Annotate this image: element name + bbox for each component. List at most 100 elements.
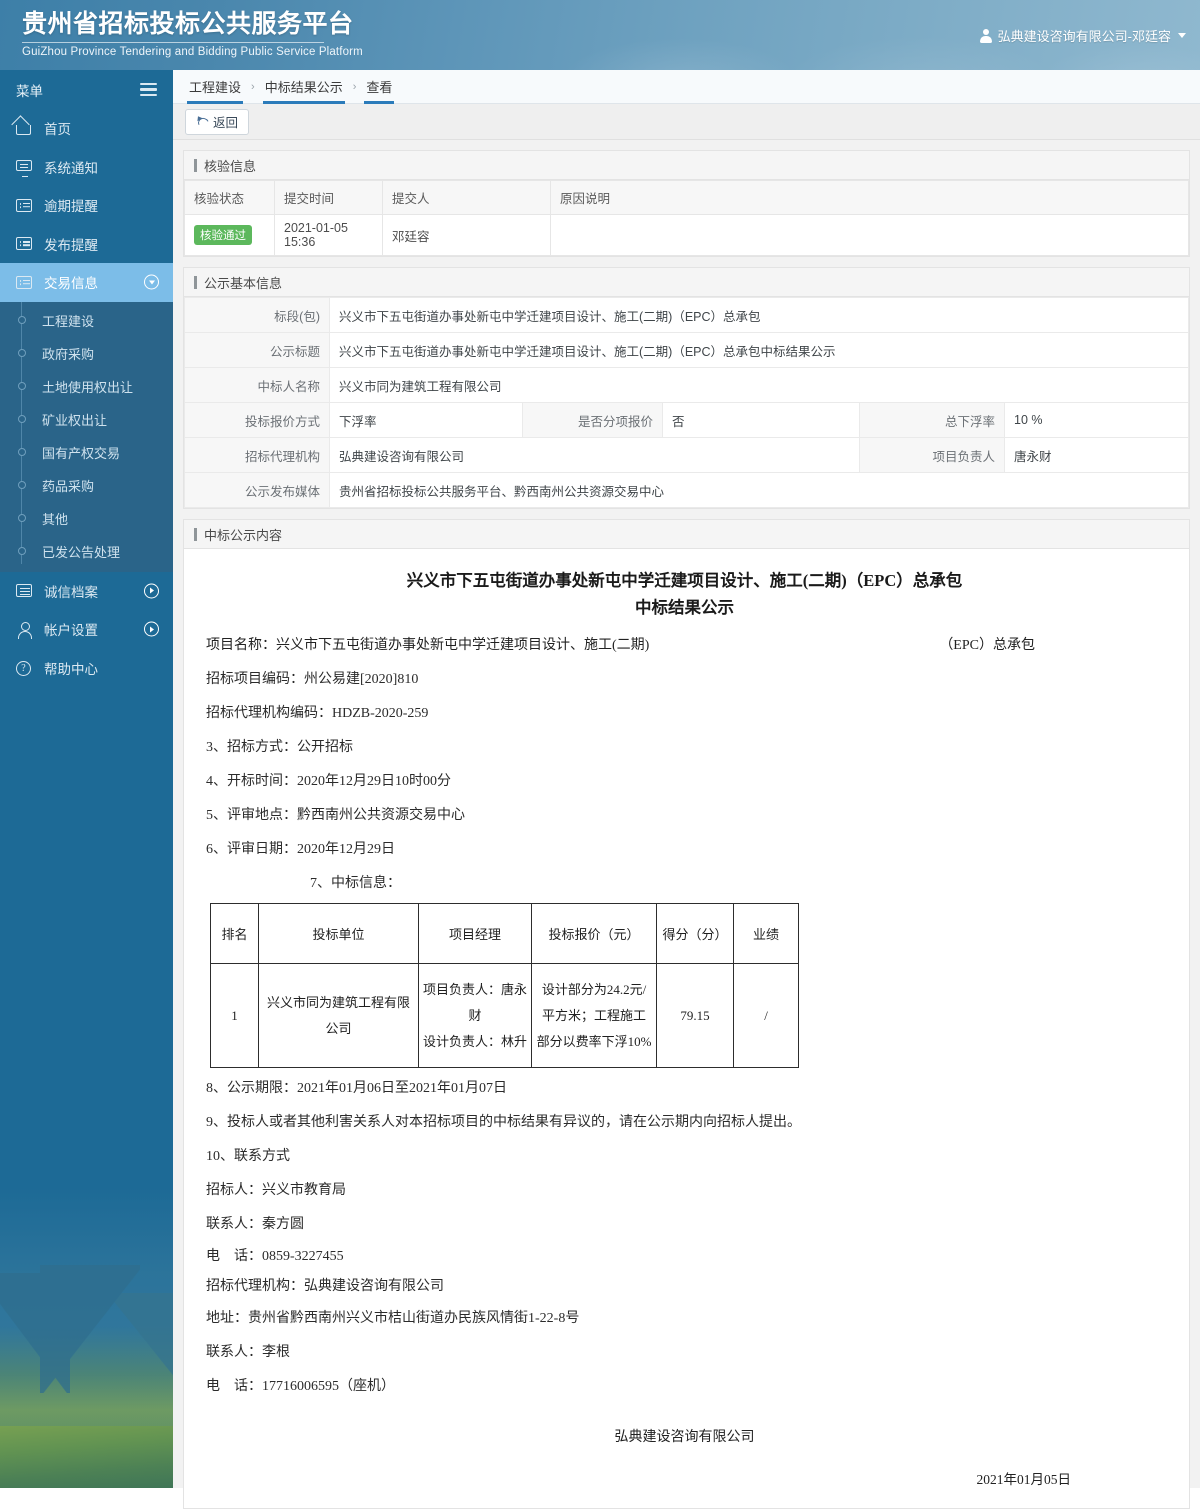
basic-info-table: 标段(包) 兴义市下五屯街道办事处新屯中学迁建项目设计、施工(二期)（EPC）总… <box>184 297 1189 508</box>
sidebar-subitem-label: 政府采购 <box>42 346 95 362</box>
notice-project-name-row: 项目名称：兴义市下五屯街道办事处新屯中学迁建项目设计、施工(二期) （EPC）总… <box>206 629 1163 663</box>
value-project-manager: 唐永财 <box>1004 437 1189 473</box>
label-itemized: 是否分项报价 <box>522 402 663 438</box>
value-total-discount: 10 % <box>1004 402 1189 438</box>
sidebar-subitem-government-procurement[interactable]: 政府采购 <box>0 337 173 370</box>
cell-bid-price: 设计部分为24.2元/平方米；工程施工部分以费率下浮10% <box>531 963 657 1068</box>
sidebar-item-home[interactable]: 首页 <box>0 109 173 148</box>
notice-contact-2: 联系人：李根 <box>206 1345 290 1360</box>
chevron-right-circle-icon <box>144 583 159 599</box>
notice-address: 地址：贵州省黔西南州兴义市桔山街道办民族风情街1-22-8号 <box>206 1311 580 1326</box>
chevron-down-icon <box>1178 33 1186 38</box>
verification-panel: 核验信息 核验状态 提交时间 提交人 原因说明 核验通过 2021-01-05 … <box>183 150 1190 257</box>
sidebar-subitem-other[interactable]: 其他 <box>0 502 173 535</box>
brand-block: 贵州省招标投标公共服务平台 GuiZhou Province Tendering… <box>22 8 363 59</box>
back-button[interactable]: 返回 <box>185 108 250 135</box>
basic-info-panel-title: 公示基本信息 <box>184 268 1189 297</box>
value-itemized: 否 <box>662 402 860 438</box>
notice-agency-code: 招标代理机构编码：HDZB-2020-259 <box>206 706 429 721</box>
back-button-label: 返回 <box>213 116 239 130</box>
value-section: 兴义市下五屯街道办事处新屯中学迁建项目设计、施工(二期)（EPC）总承包 <box>329 297 1189 333</box>
breadcrumb-item-bid-result[interactable]: 中标结果公示 <box>262 70 345 104</box>
sidebar-item-transaction-info[interactable]: 交易信息 <box>0 263 173 302</box>
value-winner: 兴义市同为建筑工程有限公司 <box>329 367 1189 403</box>
table-row: 公示标题 兴义市下五屯街道办事处新屯中学迁建项目设计、施工(二期)（EPC）总承… <box>184 332 1189 368</box>
sidebar-item-overdue-reminder[interactable]: 逾期提醒 <box>0 186 173 225</box>
sidebar-item-label: 逾期提醒 <box>44 199 98 215</box>
cell-reason <box>550 214 1189 256</box>
undo-icon <box>196 116 209 128</box>
sidebar-submenu: 工程建设 政府采购 土地使用权出让 矿业权出让 国有产权交易 药品采购 其他 已… <box>0 301 173 572</box>
user-menu[interactable]: 弘典建设咨询有限公司-邓廷容 <box>980 26 1186 45</box>
table-row: 核验通过 2021-01-05 15:36 邓廷容 <box>184 214 1189 256</box>
notice-doc-title-line2: 中标结果公示 <box>635 598 734 617</box>
sidebar-subitem-label: 已发公告处理 <box>42 544 121 560</box>
breadcrumb-separator: › <box>251 80 255 93</box>
label-project-manager: 项目负责人 <box>859 437 1005 473</box>
sidebar-menu-label: 菜单 <box>16 83 43 99</box>
notice-line-9: 9、投标人或者其他利害关系人对本招标项目的中标结果有异议的，请在公示期内向招标人… <box>206 1115 801 1130</box>
sidebar-item-credit-archive[interactable]: 诚信档案 <box>0 572 173 611</box>
notice-line-10: 10、联系方式 <box>206 1149 290 1164</box>
table-row: 标段(包) 兴义市下五屯街道办事处新屯中学迁建项目设计、施工(二期)（EPC）总… <box>184 297 1189 333</box>
notice-phone-1: 电 话：0859-3227455 <box>206 1249 344 1264</box>
breadcrumb-separator: › <box>352 80 357 93</box>
notice-line-5: 5、评审地点：黔西南州公共资源交易中心 <box>206 808 465 823</box>
notice-content-panel: 中标公示内容 兴义市下五屯街道办事处新屯中学迁建项目设计、施工(二期)（EPC）… <box>183 519 1190 1509</box>
column-header-submit-time: 提交时间 <box>274 180 383 215</box>
label-winner: 中标人名称 <box>184 367 330 403</box>
sidebar-subitem-land-use-rights[interactable]: 土地使用权出让 <box>0 370 173 403</box>
notice-agency: 招标代理机构：弘典建设咨询有限公司 <box>206 1279 444 1294</box>
panel-title-text: 公示基本信息 <box>204 275 283 291</box>
column-header-performance: 业绩 <box>733 903 799 964</box>
breadcrumb-item-view[interactable]: 查看 <box>364 70 395 104</box>
panel-title-text: 中标公示内容 <box>204 527 283 543</box>
table-row: 招标代理机构 弘典建设咨询有限公司 项目负责人 唐永财 <box>184 437 1189 473</box>
sidebar-subitem-drug-procurement[interactable]: 药品采购 <box>0 469 173 502</box>
basic-info-panel: 公示基本信息 标段(包) 兴义市下五屯街道办事处新屯中学迁建项目设计、施工(二期… <box>183 267 1190 509</box>
notice-sign-company: 弘典建设咨询有限公司 <box>614 1430 755 1445</box>
chevron-right-circle-icon <box>144 621 159 637</box>
notice-project-name-right: （EPC）总承包 <box>939 638 1035 653</box>
list-icon <box>14 196 34 214</box>
grid-icon <box>14 582 34 600</box>
sidebar-subitem-mining-rights[interactable]: 矿业权出让 <box>0 403 173 436</box>
title-accent-bar <box>194 527 197 541</box>
table-row: 公示发布媒体 贵州省招标投标公共服务平台、黔西南州公共资源交易中心 <box>184 472 1189 508</box>
table-row: 1 兴义市同为建筑工程有限公司 项目负责人：唐永财 设计负责人：林升 设计部分为… <box>210 963 799 1068</box>
cell-rank: 1 <box>210 963 259 1068</box>
notice-signature-block: 弘典建设咨询有限公司 2021年01月05日 <box>206 1426 1163 1488</box>
value-quote-type: 下浮率 <box>329 402 523 438</box>
notice-line-6: 6、评审日期：2020年12月29日 <box>206 842 395 857</box>
sidebar-item-help-center[interactable]: ? 帮助中心 <box>0 649 173 688</box>
value-media: 贵州省招标投标公共服务平台、黔西南州公共资源交易中心 <box>329 472 1189 508</box>
column-header-submitter: 提交人 <box>382 180 551 215</box>
table-header-row: 排名 投标单位 项目经理 投标报价（元） 得分（分） 业绩 <box>210 903 799 964</box>
hamburger-icon[interactable] <box>140 83 157 96</box>
column-header-reason: 原因说明 <box>550 180 1189 215</box>
column-header-status: 核验状态 <box>184 180 275 215</box>
cell-bidder: 兴义市同为建筑工程有限公司 <box>258 963 419 1068</box>
notice-doc-title-line1: 兴义市下五屯街道办事处新屯中学迁建项目设计、施工(二期)（EPC）总承包 <box>406 571 963 590</box>
sidebar-header: 菜单 <box>0 70 173 109</box>
sidebar-subitem-engineering[interactable]: 工程建设 <box>0 304 173 337</box>
label-agency: 招标代理机构 <box>184 437 330 473</box>
sidebar-item-system-notice[interactable]: 系统通知 <box>0 148 173 187</box>
sidebar-item-label: 首页 <box>44 122 71 138</box>
notice-body: 兴义市下五屯街道办事处新屯中学迁建项目设计、施工(二期)（EPC）总承包 中标结… <box>184 549 1189 1508</box>
sidebar-item-label: 交易信息 <box>44 276 98 292</box>
sidebar-item-label: 系统通知 <box>44 160 98 176</box>
main-content: 工程建设 › 中标结果公示 › 查看 返回 核验信息 核验状态 提交时间 提交人… <box>173 70 1200 1509</box>
sidebar-subitem-label: 其他 <box>42 511 69 527</box>
column-header-bidder: 投标单位 <box>258 903 419 964</box>
sidebar-subitem-published-notice[interactable]: 已发公告处理 <box>0 535 173 568</box>
sidebar-item-account-settings[interactable]: 帐户设置 <box>0 610 173 649</box>
title-accent-bar <box>194 275 197 289</box>
sidebar-subitem-state-property[interactable]: 国有产权交易 <box>0 436 173 469</box>
breadcrumb-item-engineering[interactable]: 工程建设 <box>187 70 244 104</box>
sidebar-item-label: 发布提醒 <box>44 237 98 253</box>
cell-status: 核验通过 <box>184 214 275 256</box>
brand-divider <box>22 42 324 43</box>
notice-project-code: 招标项目编码：州公易建[2020]810 <box>206 672 419 687</box>
sidebar-item-publish-reminder[interactable]: 发布提醒 <box>0 225 173 264</box>
